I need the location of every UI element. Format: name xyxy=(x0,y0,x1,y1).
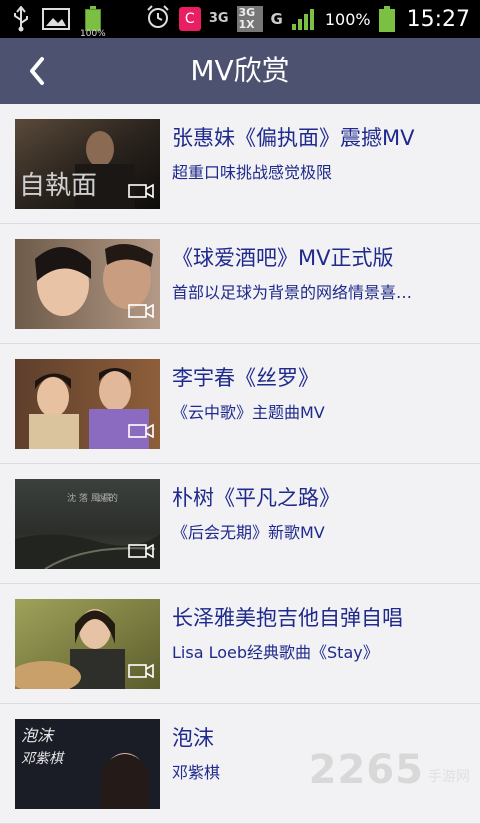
site-watermark: 2265 手游网 xyxy=(309,750,470,790)
watermark-number: 2265 xyxy=(308,747,424,793)
video-title: 朴树《平凡之路》 xyxy=(172,486,340,510)
mv-list: 自執面 张惠妹《偏执面》震撼MV 超重口味挑战感觉极限 《球爱酒吧》MV正式版 … xyxy=(0,104,480,824)
clock: 15:27 xyxy=(406,6,470,32)
network-3g-label: 3G xyxy=(208,11,229,26)
video-camera-icon xyxy=(128,663,154,683)
list-item[interactable]: 自執面 张惠妹《偏执面》震撼MV 超重口味挑战感觉极限 xyxy=(0,104,480,224)
video-title: 《球爱酒吧》MV正式版 xyxy=(172,246,394,270)
video-subtitle: 首部以足球为背景的网络情景喜… xyxy=(172,283,413,302)
status-left: 100% xyxy=(12,5,106,39)
video-thumbnail xyxy=(15,239,160,329)
list-item[interactable]: 长泽雅美抱吉他自弹自唱 Lisa Loeb经典歌曲《Stay》 xyxy=(0,584,480,704)
notification-badge: C xyxy=(178,7,201,31)
svg-text:泡沫: 泡沫 xyxy=(21,726,55,745)
usb-icon xyxy=(12,6,30,32)
video-subtitle: 《云中歌》主题曲MV xyxy=(172,403,325,422)
network-g-label: G xyxy=(270,10,283,28)
video-camera-icon xyxy=(128,183,154,203)
svg-text:邓紫棋: 邓紫棋 xyxy=(21,751,65,767)
battery-percent: 100% xyxy=(324,9,371,29)
status-right: C 3G 3G 1X G 100% 15:27 xyxy=(145,0,470,38)
video-camera-icon xyxy=(128,423,154,443)
video-camera-icon xyxy=(128,543,154,563)
video-thumbnail xyxy=(15,359,160,449)
network-3g-1x-label: 3G 1X xyxy=(236,6,263,32)
video-thumbnail: 泡沫 邓紫棋 xyxy=(15,719,160,809)
chevron-left-icon xyxy=(30,57,44,85)
watermark-site: 手游网 xyxy=(428,769,470,785)
back-button[interactable] xyxy=(22,53,62,89)
app-header: MV欣赏 xyxy=(0,38,480,104)
video-title: 长泽雅美抱吉他自弹自唱 xyxy=(172,606,403,630)
list-item[interactable]: 《球爱酒吧》MV正式版 首部以足球为背景的网络情景喜… xyxy=(0,224,480,344)
video-thumbnail: 自執面 xyxy=(15,119,160,209)
status-bar: 100% C 3G 3G 1X G 100% 15:27 xyxy=(0,0,480,39)
list-item[interactable]: 沈 落 風 景 說 的 朴树《平凡之路》 《后会无期》新歌MV xyxy=(0,464,480,584)
alarm-icon xyxy=(145,4,171,34)
video-subtitle: 超重口味挑战感觉极限 xyxy=(172,163,333,182)
video-subtitle: 《后会无期》新歌MV xyxy=(172,523,325,542)
image-icon xyxy=(42,7,70,31)
list-item[interactable]: 李宇春《丝罗》 《云中歌》主题曲MV xyxy=(0,344,480,464)
video-thumbnail xyxy=(15,599,160,689)
page-title: MV欣赏 xyxy=(190,54,290,87)
signal-icon xyxy=(291,7,317,31)
battery-small-icon: 100% xyxy=(80,5,106,39)
video-title: 李宇春《丝罗》 xyxy=(172,366,319,390)
video-title: 张惠妹《偏执面》震撼MV xyxy=(172,126,415,150)
video-camera-icon xyxy=(128,303,154,323)
video-thumbnail: 沈 落 風 景 說 的 xyxy=(15,479,160,569)
svg-text:自執面: 自執面 xyxy=(19,171,97,201)
battery-icon xyxy=(378,6,395,32)
video-subtitle: Lisa Loeb经典歌曲《Stay》 xyxy=(172,643,379,662)
svg-text:說 的: 說 的 xyxy=(97,492,118,504)
